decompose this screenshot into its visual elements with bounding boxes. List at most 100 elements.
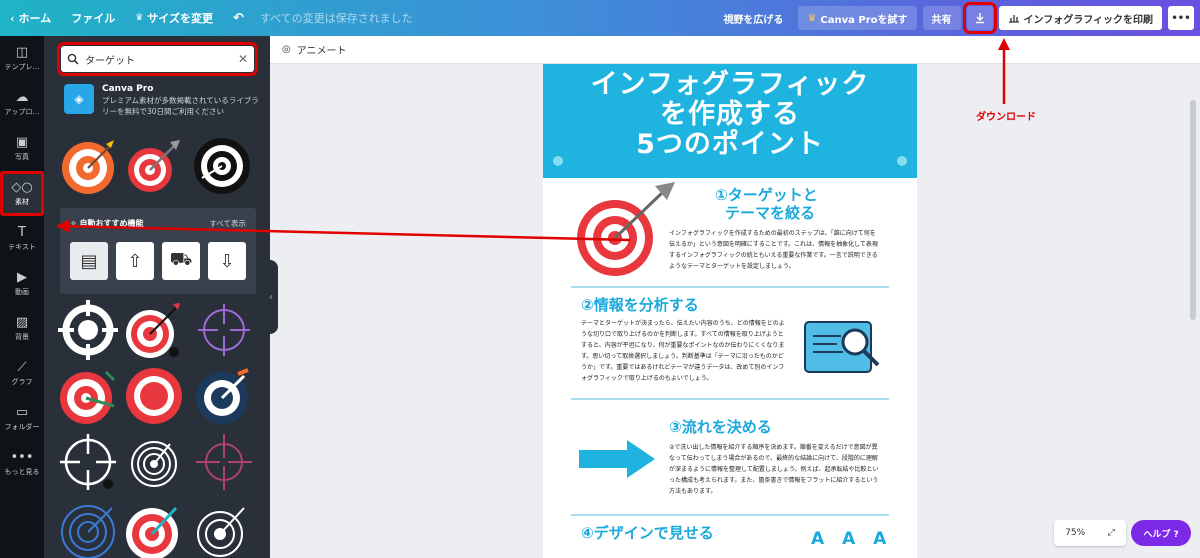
suggest-money-icon[interactable]: ⇩ (208, 242, 246, 280)
photo-icon: ▣ (15, 134, 29, 150)
target-element-red-arrow[interactable] (124, 136, 184, 196)
divider-2 (571, 398, 889, 400)
resize-button[interactable]: ♛ サイズを変更 (125, 0, 223, 36)
rail-item-chart[interactable]: ⟋ グラフ (0, 351, 44, 396)
zoom-level: 75% (1065, 528, 1086, 538)
analysis-graphic (804, 321, 880, 373)
animate-button[interactable]: ◎ アニメート (270, 36, 1200, 64)
more-options-button[interactable]: ••• (1168, 6, 1194, 30)
promo-description: プレミアム素材が多数掲載されているライブラリーを無料で30日間ご利用ください (102, 96, 259, 116)
sec3-title: ③流れを決める (669, 418, 772, 436)
hero-title-line-2: を作成する (660, 99, 800, 130)
target-element-red-green-arrow[interactable] (58, 366, 118, 426)
saved-status: すべての変更は保存されました (259, 12, 413, 25)
rail-item-text[interactable]: T テキスト (0, 216, 44, 261)
sec2-body: テーマとターゲットが決まったら、伝えたい内容のうち、どの情報をどのような切り口で… (581, 320, 785, 382)
rail-item-templates[interactable]: ◫ テンプレ… (0, 36, 44, 81)
arrow-right-graphic (579, 440, 655, 478)
sec1-title-line-1: ①ターゲットと (715, 186, 818, 204)
promo-title: Canva Pro (102, 84, 154, 94)
suggest-document-icon[interactable]: ▤ (70, 242, 108, 280)
fullscreen-icon[interactable]: ⤢ (1108, 528, 1115, 538)
target-element-black-white[interactable] (192, 136, 252, 196)
sec2-title: ②情報を分析する (581, 296, 699, 314)
auto-suggest-title: ✧ 自動おすすめ機能 (70, 219, 144, 228)
sec1-title-line-2: テーマを絞る (725, 204, 816, 222)
target-element-navy[interactable] (192, 366, 252, 426)
top-bar: ‹ ホーム ファイル ♛ サイズを変更 ↶ すべての変更は保存されました 視野を広げ… (0, 0, 1200, 36)
expand-view-button[interactable]: 視野を広げる (714, 6, 792, 30)
share-button[interactable]: 共有 (922, 6, 961, 30)
undo-button[interactable]: ↶ (223, 0, 254, 36)
animate-icon: ◎ (282, 44, 291, 55)
canva-pro-promo[interactable]: ◈ Canva Pro プレミアム素材が多数掲載されているライブラリーを無料で3… (64, 84, 260, 124)
elements-panel: ✕ ◈ Canva Pro プレミアム素材が多数掲載されているライブラリーを無料… (44, 36, 270, 558)
zoom-control[interactable]: 75% ⤢ (1054, 520, 1126, 546)
hero-banner: インフォグラフィック を作成する 5つのポイント (543, 64, 917, 178)
target-element-red-white-arrow[interactable] (124, 300, 184, 360)
rail-item-video[interactable]: ▶ 動画 (0, 261, 44, 306)
target-element-outline-arrow[interactable] (192, 498, 252, 558)
rail-item-photos[interactable]: ▣ 写真 (0, 126, 44, 171)
target-element-red-teal-arrow[interactable] (124, 498, 184, 558)
left-rail: ◫ テンプレ… ☁ アップロ… ▣ 写真 ◇○ 素材 T テキスト ▶ 動画 ▨ 背景 ⟋ グラ… (0, 36, 44, 558)
search-icon (67, 53, 79, 65)
canvas-scrollbar[interactable] (1190, 100, 1196, 320)
target-element-red-solid[interactable] (124, 366, 184, 426)
sec4-sample: A A A (811, 529, 893, 549)
folder-icon: ▭ (15, 404, 29, 420)
infographic-page[interactable]: インフォグラフィック を作成する 5つのポイント ①ターゲットと テーマを絞る … (543, 64, 917, 558)
rail-item-more[interactable]: ••• もっと見る (0, 441, 44, 486)
home-button[interactable]: ‹ ホーム (0, 0, 61, 36)
crosshair-element-magenta[interactable] (194, 432, 254, 492)
download-icon (975, 13, 984, 24)
hero-title-line-1: インフォグラフィック (590, 69, 870, 100)
template-icon: ◫ (15, 44, 29, 60)
more-dots-icon: ••• (1171, 12, 1191, 24)
divider-3 (571, 514, 889, 516)
undo-icon: ↶ (232, 10, 244, 26)
file-menu[interactable]: ファイル (61, 0, 125, 36)
more-icon: ••• (10, 449, 34, 465)
video-icon: ▶ (17, 269, 27, 285)
search-input[interactable] (85, 53, 232, 65)
elements-icon: ◇○ (11, 179, 33, 195)
crosshair-element-purple[interactable] (194, 300, 254, 360)
bar-chart-icon (1008, 15, 1019, 23)
text-icon: T (18, 224, 26, 240)
see-all-link[interactable]: すべて表示 (209, 218, 246, 229)
sec4-title: ④デザインで見せる (581, 524, 714, 542)
chevron-left-icon: ‹ (10, 11, 15, 25)
download-caption: ダウンロード (976, 112, 1036, 123)
auto-suggest-box: ✧ 自動おすすめ機能 すべて表示 ▤ ⇧ ⛟ ⇩ (60, 208, 256, 294)
hero-title-line-3: 5つのポイント (636, 129, 824, 160)
search-box: ✕ (57, 42, 258, 76)
print-infographic-button[interactable]: インフォグラフィックを印刷 (998, 6, 1162, 30)
suggest-cash-icon[interactable]: ⇧ (116, 242, 154, 280)
sec1-body: インフォグラフィックを作成するための最初のステップは、「誰に向けて何を伝えるか」… (669, 230, 878, 270)
divider-1 (571, 286, 889, 288)
download-button[interactable] (962, 2, 997, 34)
canva-pro-logo: ◈ (64, 84, 94, 114)
chart-icon: ⟋ (17, 359, 27, 375)
clear-search-icon[interactable]: ✕ (238, 52, 248, 66)
try-canva-pro-button[interactable]: ♛ Canva Proを試す (798, 6, 917, 30)
crosshair-element-white[interactable] (58, 300, 118, 360)
crosshair-element-thin-white[interactable] (58, 432, 118, 492)
hero-dot-right (897, 156, 907, 166)
background-icon: ▨ (15, 314, 29, 330)
rail-item-uploads[interactable]: ☁ アップロ… (0, 81, 44, 126)
rail-item-folder[interactable]: ▭ フォルダー (0, 396, 44, 441)
target-element-concentric-lines[interactable] (124, 432, 184, 492)
upload-icon: ☁ (15, 89, 29, 105)
target-element-orange-arrow[interactable] (60, 136, 120, 196)
suggest-forklift-icon[interactable]: ⛟ (162, 242, 200, 280)
crown-icon: ♛ (135, 13, 144, 23)
rail-item-background[interactable]: ▨ 背景 (0, 306, 44, 351)
help-button[interactable]: ヘルプ ? (1131, 520, 1191, 546)
crown-icon: ♛ (807, 12, 817, 24)
target-element-blue-lines[interactable] (58, 498, 118, 558)
rail-item-elements[interactable]: ◇○ 素材 (0, 171, 44, 216)
design-canvas: インフォグラフィック を作成する 5つのポイント ①ターゲットと テーマを絞る … (270, 64, 1200, 558)
hero-dot-left (553, 156, 563, 166)
